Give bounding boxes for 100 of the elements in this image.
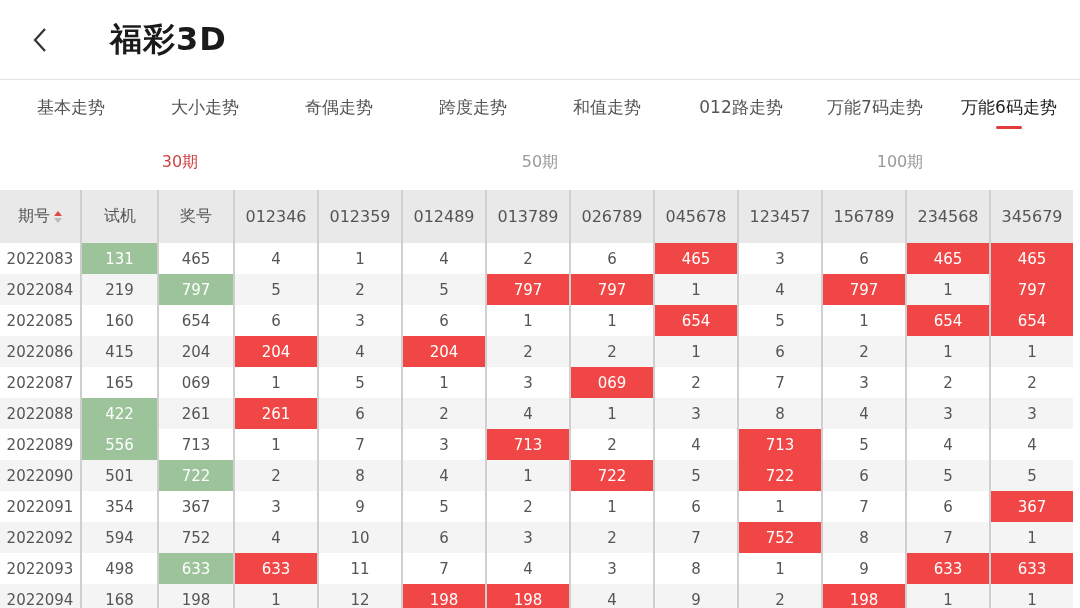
trend-tab[interactable]: 万能6码走势 [942,80,1076,135]
table-cell: 465 [653,243,737,274]
column-label: 012346 [245,207,307,226]
table-cell: 4 [317,336,401,367]
table-cell: 5 [653,460,737,491]
column-label: 045678 [665,207,727,226]
table-cell: 3 [989,398,1073,429]
trend-tab[interactable]: 跨度走势 [406,80,540,135]
table-cell: 4 [569,584,653,608]
trend-tab[interactable]: 基本走势 [4,80,138,135]
table-cell: 415 [80,336,157,367]
trend-tab[interactable]: 万能7码走势 [808,80,942,135]
table-cell: 5 [401,274,485,305]
table-cell: 722 [737,460,821,491]
column-label: 试机 [103,206,136,227]
table-cell: 198 [157,584,233,608]
column-label: 123457 [749,207,811,226]
table-cell: 6 [821,460,905,491]
table-cell: 633 [233,553,317,584]
table-cell: 2 [569,336,653,367]
table-cell: 465 [989,243,1073,274]
table-cell: 204 [401,336,485,367]
trend-tab[interactable]: 和值走势 [540,80,674,135]
table-cell: 069 [569,367,653,398]
table-cell: 8 [317,460,401,491]
period-option[interactable]: 30期 [161,152,199,171]
trend-tab[interactable]: 大小走势 [138,80,272,135]
table-cell: 633 [157,553,233,584]
table-cell-text: 2022093 [5,558,75,580]
table-cell: 10 [317,522,401,553]
column-label: 013789 [497,207,559,226]
table-cell: 2022084 [0,274,80,305]
table-cell: 797 [485,274,569,305]
table-cell: 131 [80,243,157,274]
page-title: 福彩3D [110,18,227,60]
table-cell: 2022092 [0,522,80,553]
table-cell: 722 [569,460,653,491]
trend-tab[interactable]: 奇偶走势 [272,80,406,135]
table-cell: 1 [653,274,737,305]
table-cell: 204 [157,336,233,367]
table-cell: 8 [821,522,905,553]
table-cell: 5 [233,274,317,305]
table-cell: 465 [905,243,989,274]
table-cell: 2022090 [0,460,80,491]
table-cell: 2022088 [0,398,80,429]
table-cell: 797 [157,274,233,305]
column-label: 345679 [1001,207,1063,226]
table-cell: 3 [485,522,569,553]
table-cell: 654 [653,305,737,336]
table-cell: 713 [485,429,569,460]
table-cell: 219 [80,274,157,305]
table-cell: 261 [233,398,317,429]
table-cell: 1 [989,584,1073,608]
table-cell: 797 [821,274,905,305]
table-cell-text: 2022087 [5,372,75,394]
table-cell: 5 [989,460,1073,491]
table-cell: 654 [905,305,989,336]
table-cell: 2 [569,522,653,553]
column-label: 012489 [413,207,475,226]
table-cell: 12 [317,584,401,608]
table-cell: 7 [905,522,989,553]
table-cell-text: 2022085 [5,310,75,332]
table-cell: 2 [317,274,401,305]
table-cell: 1 [905,274,989,305]
table-cell: 594 [80,522,157,553]
column-label: 156789 [833,207,895,226]
table-cell: 1 [989,336,1073,367]
table-cell: 1 [905,584,989,608]
table-cell: 4 [485,398,569,429]
table-cell: 752 [737,522,821,553]
table-cell: 198 [821,584,905,608]
table-cell: 4 [233,522,317,553]
table-cell: 1 [569,398,653,429]
table-cell: 752 [157,522,233,553]
table-cell: 1 [485,460,569,491]
table-cell: 204 [233,336,317,367]
column-label: 026789 [581,207,643,226]
table-cell: 8 [737,398,821,429]
table-cell: 9 [653,584,737,608]
table-cell: 4 [401,460,485,491]
table-cell: 2022086 [0,336,80,367]
table-cell: 713 [737,429,821,460]
table-cell: 4 [821,398,905,429]
column-label: 234568 [917,207,979,226]
table-cell: 1 [653,336,737,367]
table-cell: 633 [905,553,989,584]
column-label: 期号 [17,206,50,227]
table-cell-text: 2022083 [5,248,75,270]
table-cell: 261 [157,398,233,429]
trend-tab[interactable]: 012路走势 [674,80,808,135]
table-cell: 1 [905,336,989,367]
table-cell-text: 2022091 [5,496,75,518]
table-cell: 2022094 [0,584,80,608]
table-cell: 722 [157,460,233,491]
table-cell: 2 [485,336,569,367]
column-header[interactable]: 期号 [0,190,80,243]
table-cell-text: 2022089 [5,434,75,456]
table-cell: 2 [737,584,821,608]
table-cell: 6 [317,398,401,429]
table-cell: 1 [233,584,317,608]
